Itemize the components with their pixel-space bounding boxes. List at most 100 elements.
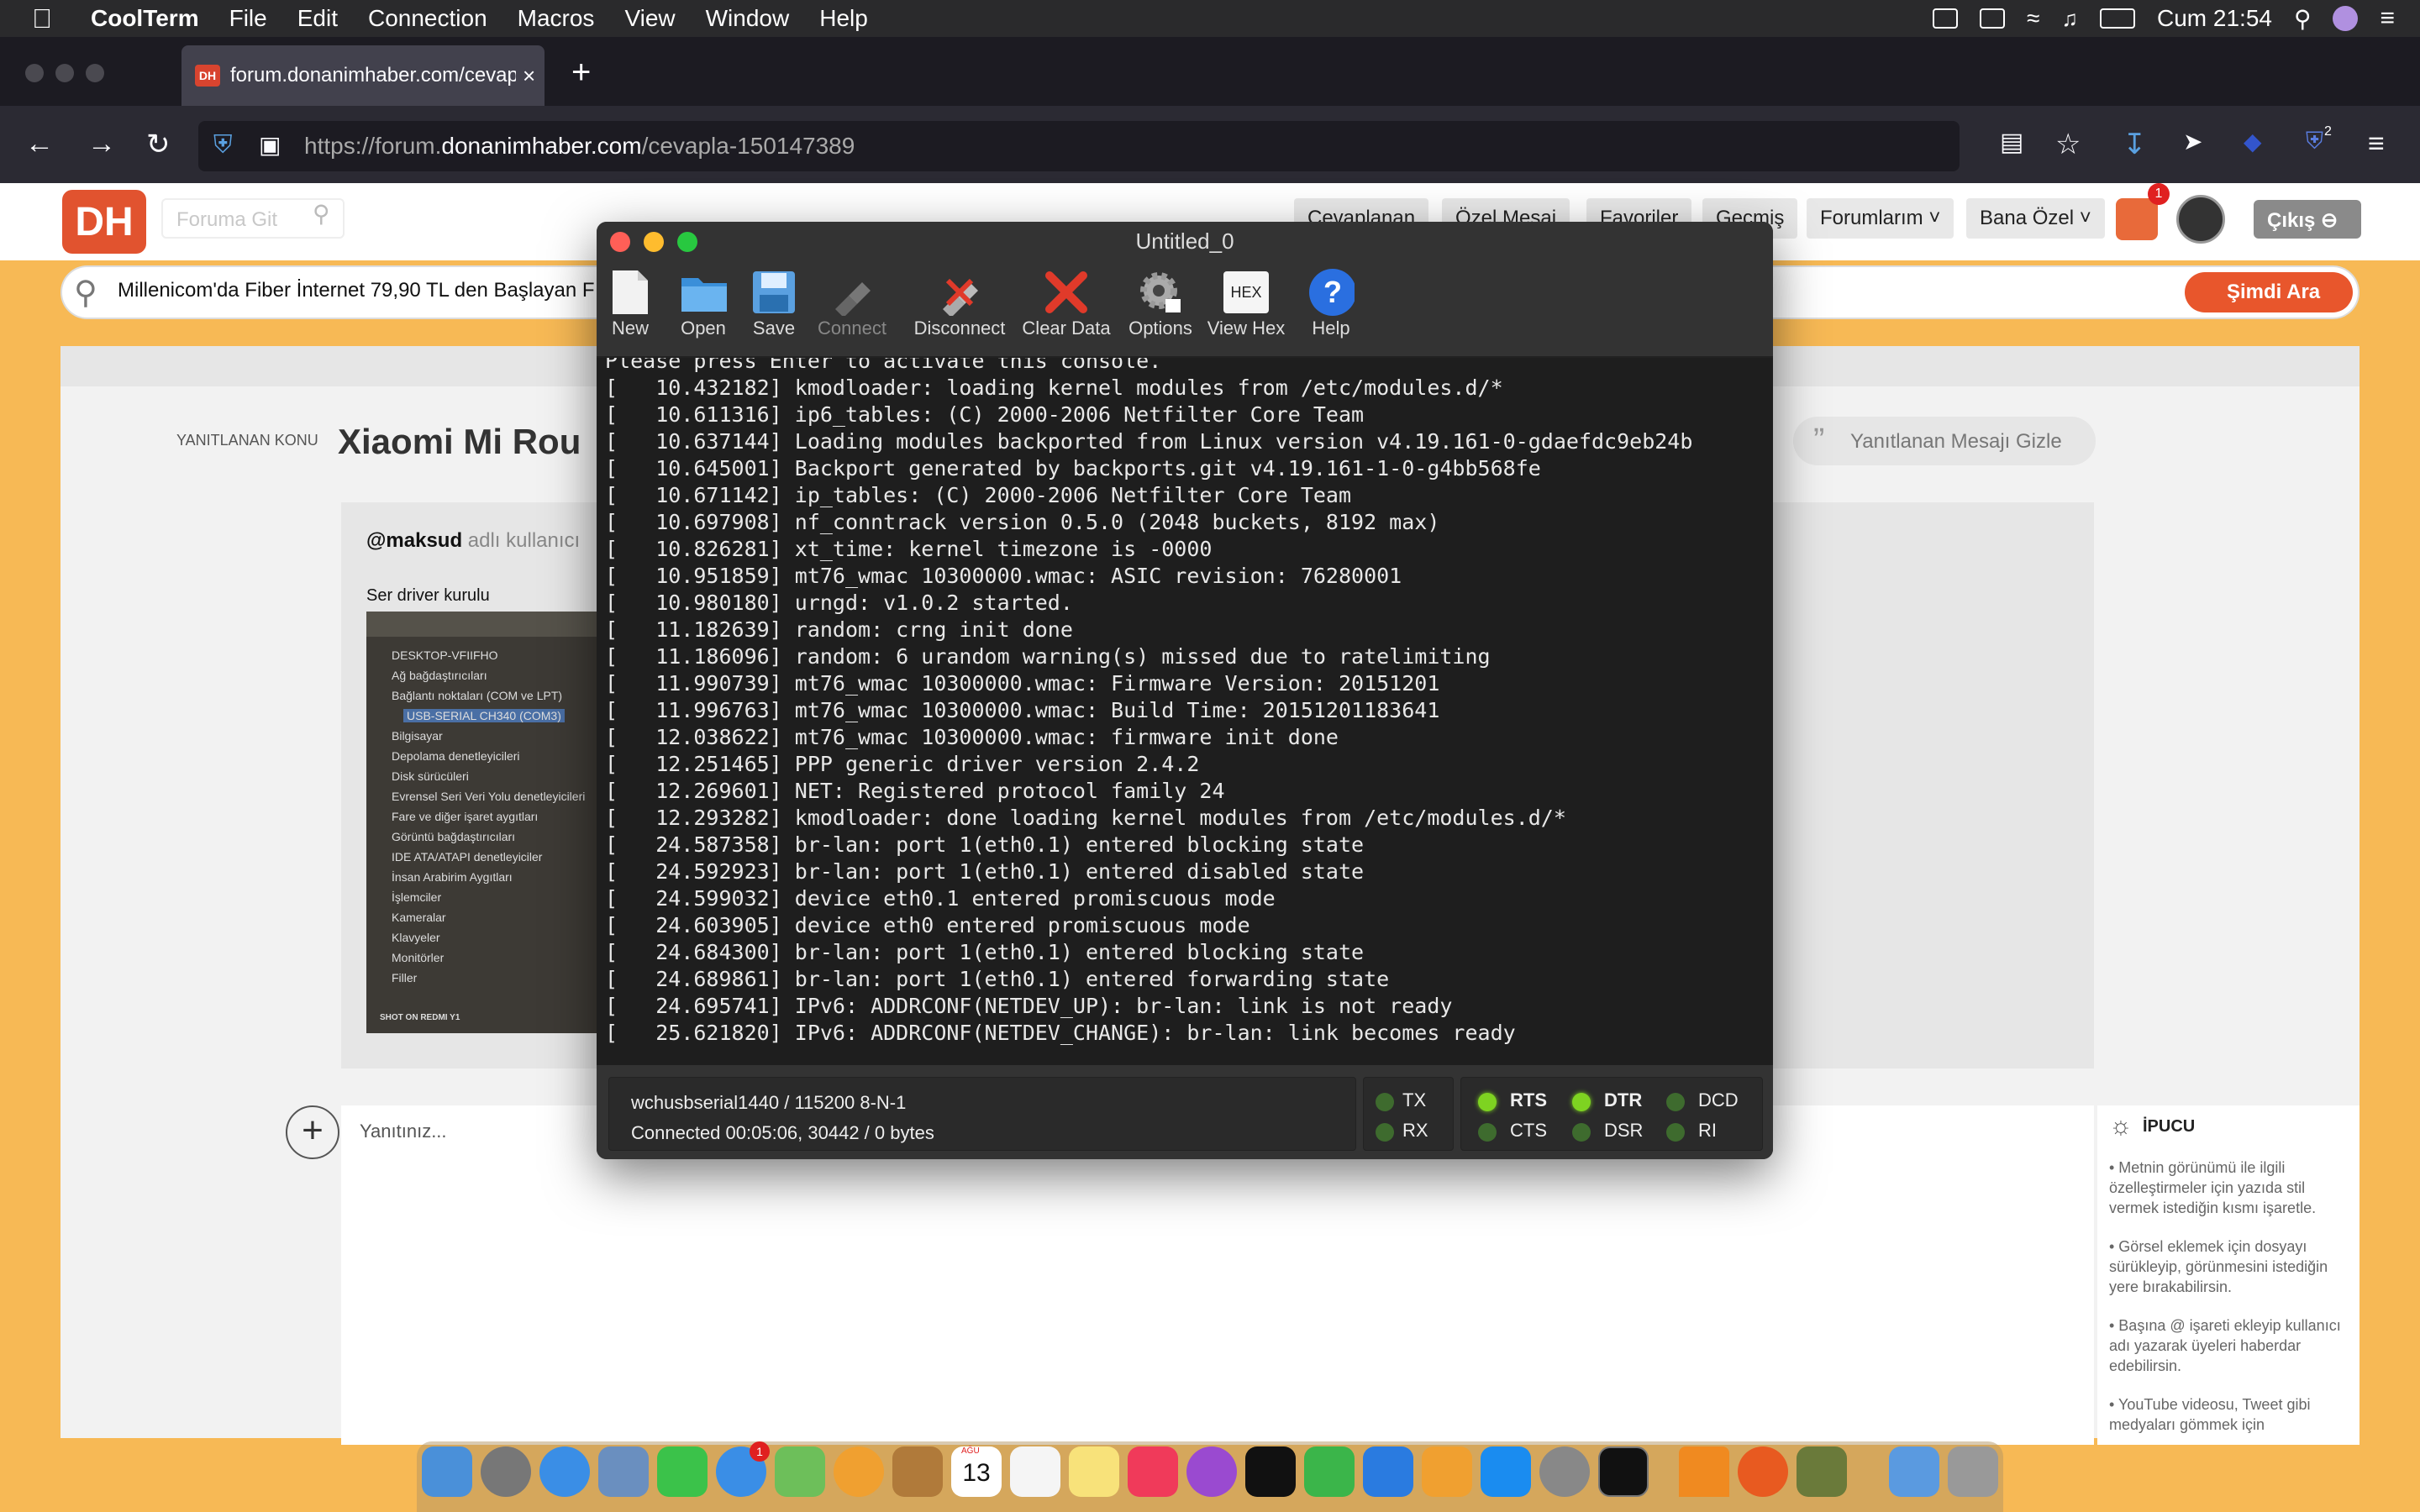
photo-caption: SHOT ON REDMI Y1 (380, 1013, 460, 1022)
terminal-line: [ 10.611316] ip6_tables: (C) 2000-2006 N… (605, 402, 1365, 427)
menu-file[interactable]: File (229, 5, 267, 32)
photos-icon[interactable] (834, 1446, 884, 1497)
user-avatar-icon[interactable] (2333, 6, 2359, 31)
window-zoom-button[interactable] (86, 64, 104, 82)
menu-connection[interactable]: Connection (368, 5, 487, 32)
finder-icon[interactable] (422, 1446, 472, 1497)
safari-icon[interactable] (539, 1446, 590, 1497)
quote-text: Ser driver kurulu (366, 586, 490, 605)
logout-label: Çıkış (2267, 209, 2316, 232)
firefox-icon[interactable] (1738, 1446, 1788, 1497)
reader-view-icon[interactable]: ▤ (2000, 128, 2023, 157)
new-tab-button[interactable]: + (571, 54, 591, 92)
battery-icon[interactable] (2100, 8, 2135, 29)
nav-forumlarim[interactable]: Forumlarım ˅ (1807, 198, 1954, 239)
keynote-icon[interactable] (1363, 1446, 1413, 1497)
lock-icon[interactable]: ▣ (259, 131, 281, 159)
terminal-output[interactable]: Please press Enter to activate this cons… (597, 358, 1773, 1065)
hide-quote-button[interactable]: ” Yanıtlanan Mesajı Gizle (1793, 417, 2096, 465)
back-icon[interactable]: ← (25, 128, 54, 160)
menu-macros[interactable]: Macros (518, 5, 595, 32)
url-text[interactable]: https://forum.donanimhaber.com/cevapla-1… (304, 133, 855, 160)
search-text[interactable]: Millenicom'da Fiber İnternet 79,90 TL de… (118, 279, 595, 302)
device-line: Monitörler (392, 951, 445, 964)
keyboard-icon[interactable] (1933, 8, 1959, 29)
nav-bana-ozel[interactable]: Bana Özel ˅ (1966, 198, 2105, 239)
calendar-month: AĞU (961, 1446, 980, 1456)
logout-button[interactable]: Çıkış ⊖ (2254, 200, 2361, 239)
downloads-folder-icon[interactable] (1889, 1446, 1939, 1497)
notes-icon[interactable] (1069, 1446, 1119, 1497)
extension-shield-icon[interactable]: ⛨ (2306, 128, 2323, 155)
tab-close-icon[interactable]: × (523, 63, 535, 89)
help-button[interactable]: ? Help (1297, 267, 1365, 356)
device-line: Ağ bağdaştırıcıları (392, 669, 487, 682)
podcasts-icon[interactable] (1186, 1446, 1237, 1497)
volume-icon[interactable]: ♫ (2062, 6, 2079, 32)
hex-icon: HEX (1223, 267, 1270, 318)
app-store-icon[interactable] (1481, 1446, 1531, 1497)
launchpad-icon[interactable] (481, 1446, 531, 1497)
apple-tv-icon[interactable] (1245, 1446, 1296, 1497)
coolterm-icon[interactable] (1797, 1446, 1847, 1497)
new-button[interactable]: New (605, 267, 655, 356)
terminal-line: [ 10.826281] xt_time: kernel timezone is… (605, 537, 1213, 561)
txrx-indicators: TX RX (1363, 1077, 1454, 1151)
spotlight-search-icon[interactable]: ⚲ (2294, 5, 2312, 33)
contacts-icon[interactable] (892, 1446, 943, 1497)
music-icon[interactable] (1128, 1446, 1178, 1497)
display-icon[interactable] (1980, 8, 2006, 29)
dtr-led[interactable] (1572, 1093, 1591, 1111)
dh-logo[interactable]: DH (62, 190, 146, 254)
trash-icon[interactable] (1948, 1446, 1998, 1497)
menu-view[interactable]: View (624, 5, 675, 32)
apple-icon[interactable]:  (32, 4, 57, 33)
reminders-icon[interactable] (1010, 1446, 1060, 1497)
extension-icon[interactable]: ◆ (2244, 128, 2262, 155)
vlc-icon[interactable] (1679, 1446, 1729, 1497)
window-close-button[interactable] (25, 64, 44, 82)
menu-edit[interactable]: Edit (297, 5, 338, 32)
control-center-icon[interactable]: ≡ (2380, 4, 2395, 33)
extension-cursor-icon[interactable]: ➤ (2183, 128, 2202, 155)
menu-help[interactable]: Help (819, 5, 868, 32)
svg-text:?: ? (1323, 275, 1342, 309)
rts-led[interactable] (1478, 1093, 1497, 1111)
browser-tab[interactable]: DH forum.donanimhaber.com/cevapla × (182, 45, 544, 106)
device-line: Klavyeler (392, 931, 440, 944)
search-now-button[interactable]: Şimdi Ara (2185, 272, 2353, 312)
bookmark-star-icon[interactable]: ☆ (2055, 128, 2081, 161)
url-prefix: https://forum. (304, 133, 442, 159)
system-preferences-icon[interactable] (1539, 1446, 1590, 1497)
pages-icon[interactable] (1422, 1446, 1472, 1497)
download-icon[interactable]: ↧ (2123, 128, 2147, 161)
facetime-icon[interactable] (657, 1446, 708, 1497)
menu-app-name[interactable]: CoolTerm (91, 5, 199, 32)
clock[interactable]: Cum 21:54 (2157, 5, 2272, 32)
goto-search-icon[interactable]: ⚲ (313, 200, 330, 228)
clear-data-button[interactable]: Clear Data (1012, 267, 1121, 356)
menu-window[interactable]: Window (706, 5, 790, 32)
numbers-icon[interactable] (1304, 1446, 1355, 1497)
disconnect-button[interactable]: Disconnect (901, 267, 1018, 356)
wifi-icon[interactable]: ≈ (2027, 5, 2039, 32)
terminal-icon[interactable] (1598, 1446, 1649, 1497)
quote-author-name[interactable]: @maksud (366, 529, 462, 552)
options-button[interactable]: Options (1121, 267, 1200, 356)
maps-icon[interactable] (775, 1446, 825, 1497)
preview-icon[interactable] (598, 1446, 649, 1497)
device-manager-photo[interactable]: DESKTOP-VFIIFHO Ağ bağdaştırıcıları Bağl… (366, 612, 602, 1033)
add-content-button[interactable]: + (286, 1105, 339, 1159)
open-button[interactable]: Open (674, 267, 733, 356)
window-minimize-button[interactable] (55, 64, 74, 82)
shield-icon[interactable]: ⛨ (213, 131, 233, 160)
connect-button[interactable]: Connect (810, 267, 894, 356)
notification-bell-icon[interactable] (2116, 198, 2158, 240)
view-hex-button[interactable]: HEX View Hex (1200, 267, 1292, 356)
menu-hamburger-icon[interactable]: ≡ (2368, 128, 2385, 160)
forward-icon[interactable]: → (87, 128, 116, 160)
rts-label: RTS (1510, 1089, 1547, 1110)
save-button[interactable]: Save (744, 267, 803, 356)
user-avatar[interactable] (2176, 195, 2225, 244)
reload-icon[interactable]: ↻ (146, 128, 171, 161)
